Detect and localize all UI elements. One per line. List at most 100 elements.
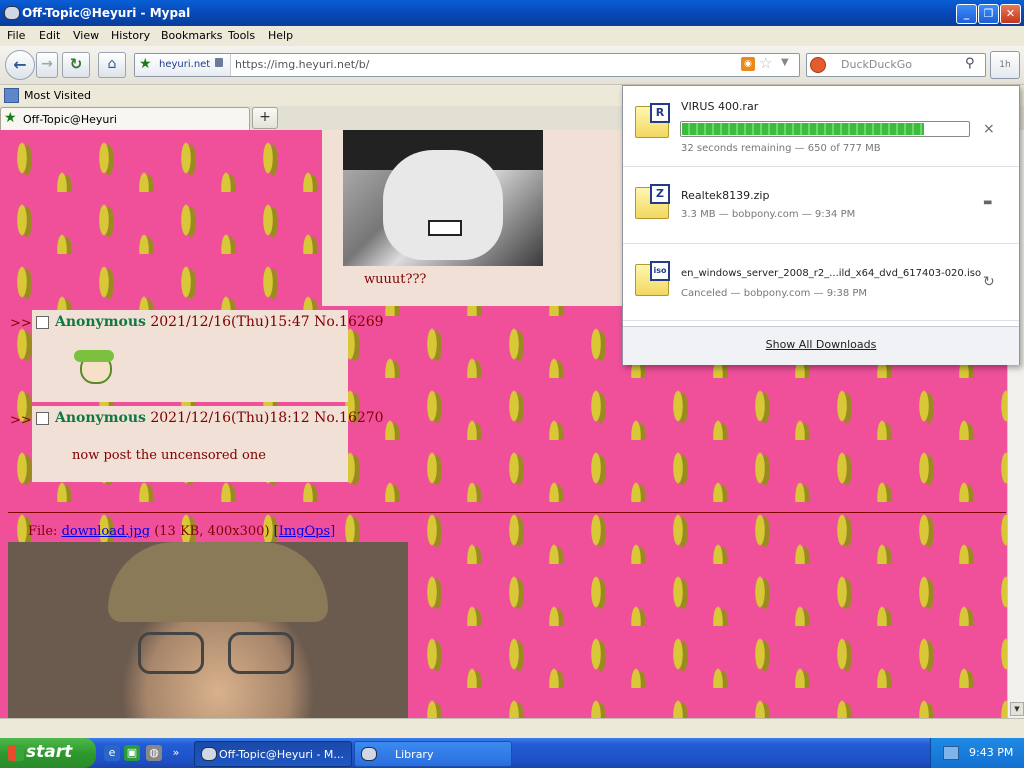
window-titlebar[interactable]: Off-Topic@Heyuri - Mypal _ ❐ ✕ — [0, 0, 1024, 26]
imgops-link[interactable]: [ImgOps] — [274, 524, 336, 539]
retry-download-button[interactable]: ↻ — [983, 274, 995, 290]
url-bar[interactable]: ★ heyuri.net https://img.heyuri.net/b/ ◉… — [134, 53, 800, 77]
zip-file-icon: Z — [635, 184, 670, 219]
post-16270: Anonymous 2021/12/16(Thu)18:12 No.16270 … — [32, 406, 384, 482]
tab-off-topic[interactable]: ★ Off-Topic@Heyuri — [0, 107, 250, 130]
maximize-button[interactable]: ❐ — [978, 4, 999, 24]
download-name: Realtek8139.zip — [681, 189, 770, 202]
download-name: VIRUS 400.rar — [681, 100, 759, 113]
poster-name: Anonymous — [55, 314, 146, 330]
thread-file-info: File: download.jpg ↓ (13 KB, 400x300) [I… — [28, 524, 336, 558]
thread-divider — [8, 512, 1006, 513]
download-progress-bar — [680, 121, 970, 137]
scroll-down-arrow-icon[interactable]: ▼ — [1010, 702, 1024, 716]
post-date: 2021/12/16(Thu)18:12 — [150, 410, 310, 426]
post-message: now post the uncensored one — [72, 448, 266, 463]
file-details: (13 KB, 400x300) — [154, 524, 270, 539]
taskbar-button-mypal[interactable]: Off-Topic@Heyuri - M... — [194, 741, 352, 767]
status-bar — [0, 718, 1024, 739]
download-item-realtek[interactable]: Z Realtek8139.zip 3.3 MB — bobpony.com —… — [623, 167, 1019, 244]
download-name: en_windows_server_2008_r2_...ild_x64_dvd… — [681, 268, 982, 279]
yotsuba-emoticon-image — [74, 348, 114, 384]
search-input[interactable]: DuckDuckGo — [841, 58, 912, 71]
archive-file-icon: R — [635, 103, 670, 138]
post-caption: wuuut??? — [364, 272, 427, 287]
library-task-icon — [361, 747, 377, 761]
menu-file[interactable]: File — [7, 29, 25, 42]
menu-bar: File Edit View History Bookmarks Tools H… — [0, 26, 1024, 46]
tab-favicon-icon: ★ — [4, 110, 17, 126]
reload-icon: ↻ — [69, 55, 83, 73]
start-button[interactable]: start — [0, 738, 96, 768]
search-bar[interactable]: DuckDuckGo ⚲ — [806, 53, 986, 77]
site-favicon-icon: ★ — [139, 56, 152, 72]
close-button[interactable]: ✕ — [1000, 4, 1021, 24]
reload-button[interactable]: ↻ — [62, 52, 90, 78]
url-dropdown-icon[interactable]: ▼ — [781, 57, 789, 68]
mypal-app-icon — [4, 6, 20, 20]
show-in-folder-button[interactable]: ▬ — [983, 197, 992, 208]
window-title: Off-Topic@Heyuri - Mypal — [22, 6, 191, 20]
site-identity-button[interactable]: ★ heyuri.net — [135, 54, 231, 76]
menu-bookmarks[interactable]: Bookmarks — [161, 29, 222, 42]
post-checkbox[interactable] — [36, 315, 49, 329]
post-number[interactable]: No.16270 — [314, 410, 383, 426]
taskbar-button-library[interactable]: Library — [354, 741, 512, 767]
forward-button[interactable]: → — [36, 52, 58, 78]
windows-logo-icon — [8, 745, 24, 761]
quicklaunch-expand-icon[interactable]: » — [170, 745, 182, 761]
mypal-task-icon — [201, 747, 217, 761]
manga-face-image[interactable] — [343, 130, 543, 266]
reply-arrows: >> — [10, 316, 32, 331]
back-arrow-icon: ← — [13, 55, 27, 74]
show-all-downloads-button[interactable]: Show All Downloads — [623, 326, 1019, 365]
duckduckgo-engine-icon[interactable] — [810, 57, 826, 73]
mypal-quicklaunch-icon[interactable]: ◍ — [146, 745, 162, 761]
tab-label: Off-Topic@Heyuri — [23, 113, 117, 126]
back-button[interactable]: ← — [5, 50, 35, 80]
menu-tools[interactable]: Tools — [228, 29, 255, 42]
post-number[interactable]: No.16269 — [314, 314, 383, 330]
rss-feed-icon[interactable]: ◉ — [741, 57, 755, 71]
menu-history[interactable]: History — [111, 29, 150, 42]
downloads-panel: R VIRUS 400.rar 32 seconds remaining — 6… — [622, 85, 1020, 365]
home-button[interactable]: ⌂ — [98, 52, 126, 78]
download-status: 32 seconds remaining — 650 of 777 MB — [681, 143, 881, 154]
menu-view[interactable]: View — [73, 29, 99, 42]
minimize-button[interactable]: _ — [956, 4, 977, 24]
iso-file-icon: iso — [635, 261, 670, 296]
search-icon[interactable]: ⚲ — [965, 56, 975, 71]
post-reply-image: wuuut??? — [322, 130, 622, 306]
new-tab-button[interactable]: + — [252, 107, 278, 129]
lock-icon — [215, 58, 223, 67]
cancel-download-button[interactable]: × — [983, 121, 995, 137]
download-item-virus[interactable]: R VIRUS 400.rar 32 seconds remaining — 6… — [623, 86, 1019, 167]
clock[interactable]: 9:43 PM — [969, 746, 1013, 759]
system-tray: 9:43 PM — [930, 738, 1024, 768]
download-status: 3.3 MB — bobpony.com — 9:34 PM — [681, 209, 856, 220]
downloads-button[interactable]: 1h — [990, 51, 1020, 79]
download-status: Canceled — bobpony.com — 9:38 PM — [681, 288, 868, 299]
post-16269: Anonymous 2021/12/16(Thu)15:47 No.16269 — [32, 310, 384, 402]
post-checkbox[interactable] — [36, 411, 49, 425]
windows-taskbar: start e ▣ ◍ » Off-Topic@Heyuri - M... Li… — [0, 738, 1024, 768]
url-text[interactable]: https://img.heyuri.net/b/ — [235, 58, 369, 71]
menu-edit[interactable]: Edit — [39, 29, 60, 42]
media-icon[interactable]: ▣ — [124, 745, 140, 761]
download-item-windows-iso[interactable]: iso en_windows_server_2008_r2_...ild_x64… — [623, 244, 1019, 321]
most-visited-bookmark[interactable]: Most Visited — [24, 89, 91, 102]
internet-explorer-icon[interactable]: e — [104, 745, 120, 761]
post-date: 2021/12/16(Thu)15:47 — [150, 314, 310, 330]
reply-arrows: >> — [10, 413, 32, 428]
file-label: File: — [28, 524, 58, 539]
identity-domain: heyuri.net — [159, 59, 211, 70]
thread-op-photo[interactable] — [8, 542, 408, 718]
network-icon[interactable] — [943, 746, 959, 760]
menu-help[interactable]: Help — [268, 29, 293, 42]
forward-arrow-icon: → — [41, 56, 53, 72]
bookmarks-folder-icon — [4, 88, 19, 103]
file-link[interactable]: download.jpg — [62, 524, 151, 539]
bookmark-star-icon[interactable]: ☆ — [759, 54, 772, 72]
poster-name: Anonymous — [55, 410, 146, 426]
navigation-toolbar: ← → ↻ ⌂ ★ heyuri.net https://img.heyuri.… — [0, 46, 1024, 85]
